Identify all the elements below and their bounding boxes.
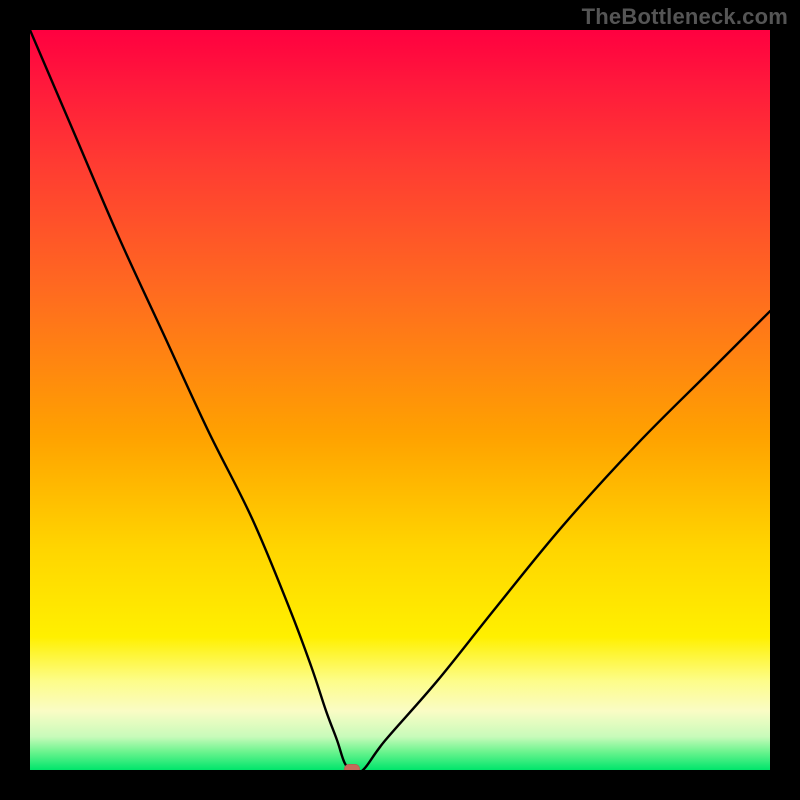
- bottleneck-curve: [30, 30, 770, 770]
- plot-area: [30, 30, 770, 770]
- optimal-point-marker: [344, 764, 360, 770]
- chart-frame: TheBottleneck.com: [0, 0, 800, 800]
- watermark-text: TheBottleneck.com: [582, 4, 788, 30]
